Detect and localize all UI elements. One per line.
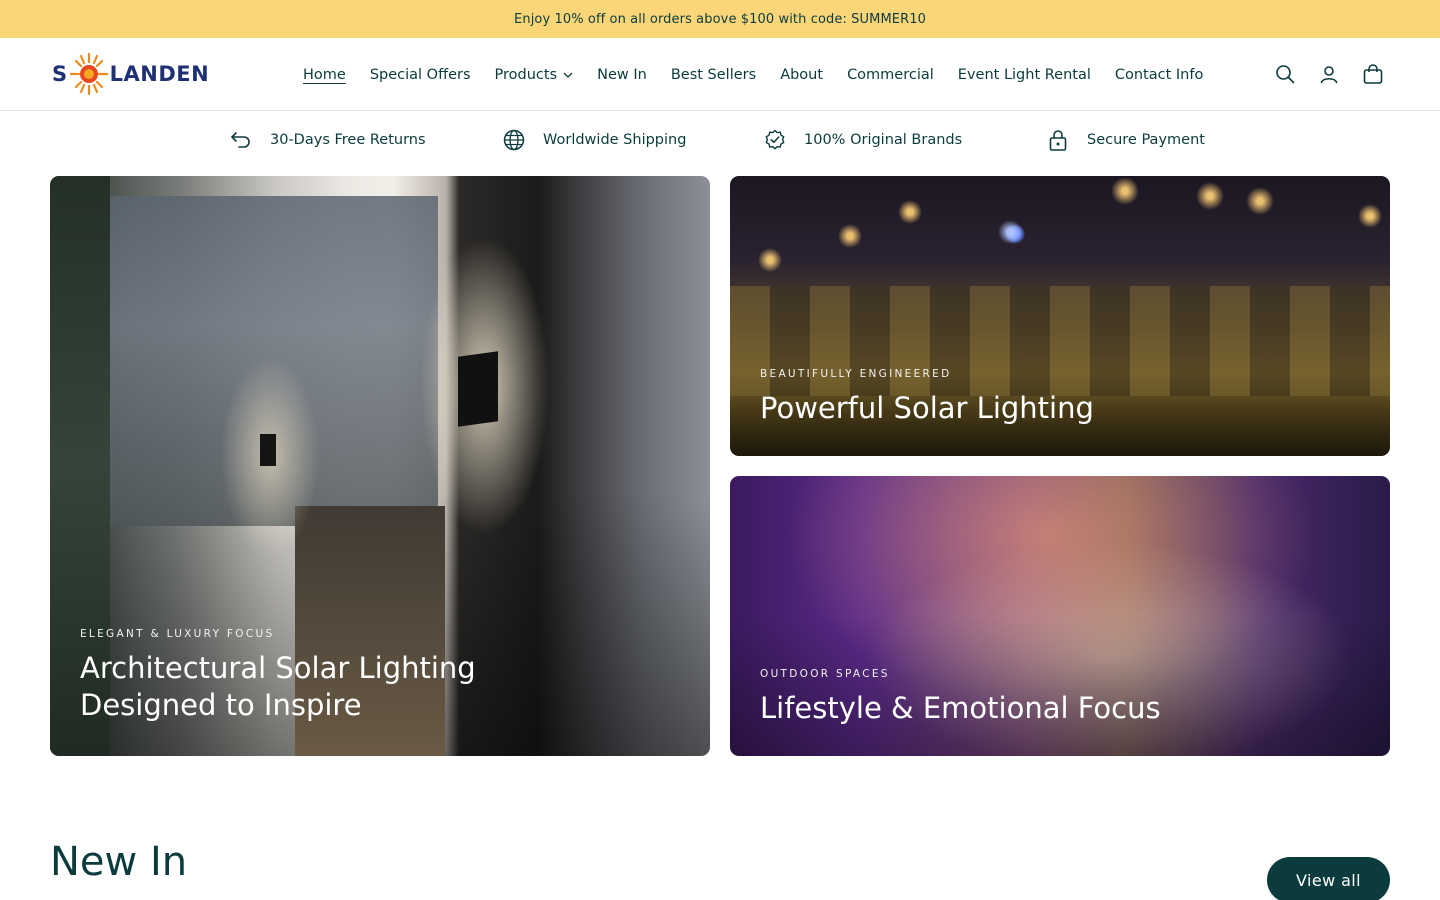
card-headline-line: Architectural Solar Lighting: [80, 651, 476, 685]
main-nav: Home Special Offers Products New In Best…: [303, 38, 1227, 111]
feature-bar: 30-Days Free Returns Worldwide Shipping …: [0, 111, 1440, 176]
feature-brands: 100% Original Brands: [764, 129, 962, 151]
card-kicker: OUTDOOR SPACES: [760, 668, 890, 680]
card-headline-line: Designed to Inspire: [80, 688, 362, 722]
nav-label: Contact Info: [1114, 66, 1204, 83]
card-headline: Powerful Solar Lighting: [760, 391, 1094, 425]
feature-label: 30-Days Free Returns: [270, 132, 426, 148]
announcement-text: Enjoy 10% off on all orders above $100 w…: [514, 11, 926, 27]
return-arrow-icon: [231, 132, 250, 148]
nav-item-best-sellers[interactable]: Best Sellers: [671, 67, 756, 83]
nav-label: New In: [597, 66, 647, 83]
hero-card-lifestyle[interactable]: OUTDOOR SPACES Lifestyle & Emotional Foc…: [730, 476, 1390, 756]
nav-label: Home: [303, 66, 346, 83]
card-caption: ELEGANT & LUXURY FOCUS Architectural Sol…: [80, 628, 476, 724]
nav-item-about[interactable]: About: [780, 67, 823, 83]
brand-logo[interactable]: S LANDEN: [52, 52, 212, 96]
lock-icon: [1049, 130, 1067, 151]
card-headline: Architectural Solar Lighting Designed to…: [80, 650, 476, 724]
nav-item-contact-info[interactable]: Contact Info: [1115, 67, 1203, 83]
view-all-button[interactable]: View all: [1267, 857, 1390, 900]
nav-label: Products: [494, 66, 558, 83]
nav-item-products[interactable]: Products: [495, 67, 574, 83]
nav-item-commercial[interactable]: Commercial: [847, 67, 934, 83]
card-image-wall-lamp: [458, 351, 498, 427]
feature-shipping: Worldwide Shipping: [503, 129, 686, 151]
feature-label: Worldwide Shipping: [543, 132, 687, 148]
search-icon[interactable]: [1274, 62, 1296, 86]
card-headline: Lifestyle & Emotional Focus: [760, 691, 1161, 725]
nav-label: Special Offers: [369, 66, 471, 83]
globe-icon: [503, 129, 525, 151]
feature-label: Secure Payment: [1087, 132, 1205, 148]
logo-text-right: LANDEN: [109, 62, 210, 86]
hero-card-architectural[interactable]: ELEGANT & LUXURY FOCUS Architectural Sol…: [50, 176, 710, 756]
nav-item-special-offers[interactable]: Special Offers: [370, 67, 471, 83]
card-image-string-lights: [730, 176, 1390, 296]
section-title-new-in: New In: [50, 839, 188, 885]
nav-item-home[interactable]: Home: [303, 67, 346, 83]
cart-icon[interactable]: [1362, 62, 1384, 86]
nav-item-new-in[interactable]: New In: [597, 67, 647, 83]
feature-label: 100% Original Brands: [804, 132, 963, 148]
announcement-bar: Enjoy 10% off on all orders above $100 w…: [0, 0, 1440, 38]
card-caption: BEAUTIFULLY ENGINEERED Powerful Solar Li…: [760, 368, 1094, 427]
header-actions: [1274, 62, 1384, 86]
feature-returns: 30-Days Free Returns: [230, 129, 426, 151]
nav-label: Event Light Rental: [957, 66, 1091, 83]
nav-label: Commercial: [847, 66, 934, 83]
feature-payment: Secure Payment: [1047, 129, 1205, 151]
card-kicker: BEAUTIFULLY ENGINEERED: [760, 368, 952, 380]
card-caption: OUTDOOR SPACES Lifestyle & Emotional Foc…: [760, 668, 1161, 727]
card-kicker: ELEGANT & LUXURY FOCUS: [80, 628, 275, 640]
sun-logo-icon: [69, 52, 108, 96]
chevron-down-icon: [563, 72, 573, 78]
verified-badge-icon: [765, 129, 785, 150]
site-header: S LANDEN Home Special Offers Products Ne…: [0, 38, 1440, 111]
nav-label: Best Sellers: [670, 66, 757, 83]
logo-text-left: S: [52, 62, 68, 86]
account-icon[interactable]: [1318, 62, 1340, 86]
hero-card-powerful[interactable]: BEAUTIFULLY ENGINEERED Powerful Solar Li…: [730, 176, 1390, 456]
nav-item-event-light-rental[interactable]: Event Light Rental: [958, 67, 1091, 83]
card-image-wall-lamp: [260, 434, 276, 466]
nav-label: About: [780, 66, 824, 83]
